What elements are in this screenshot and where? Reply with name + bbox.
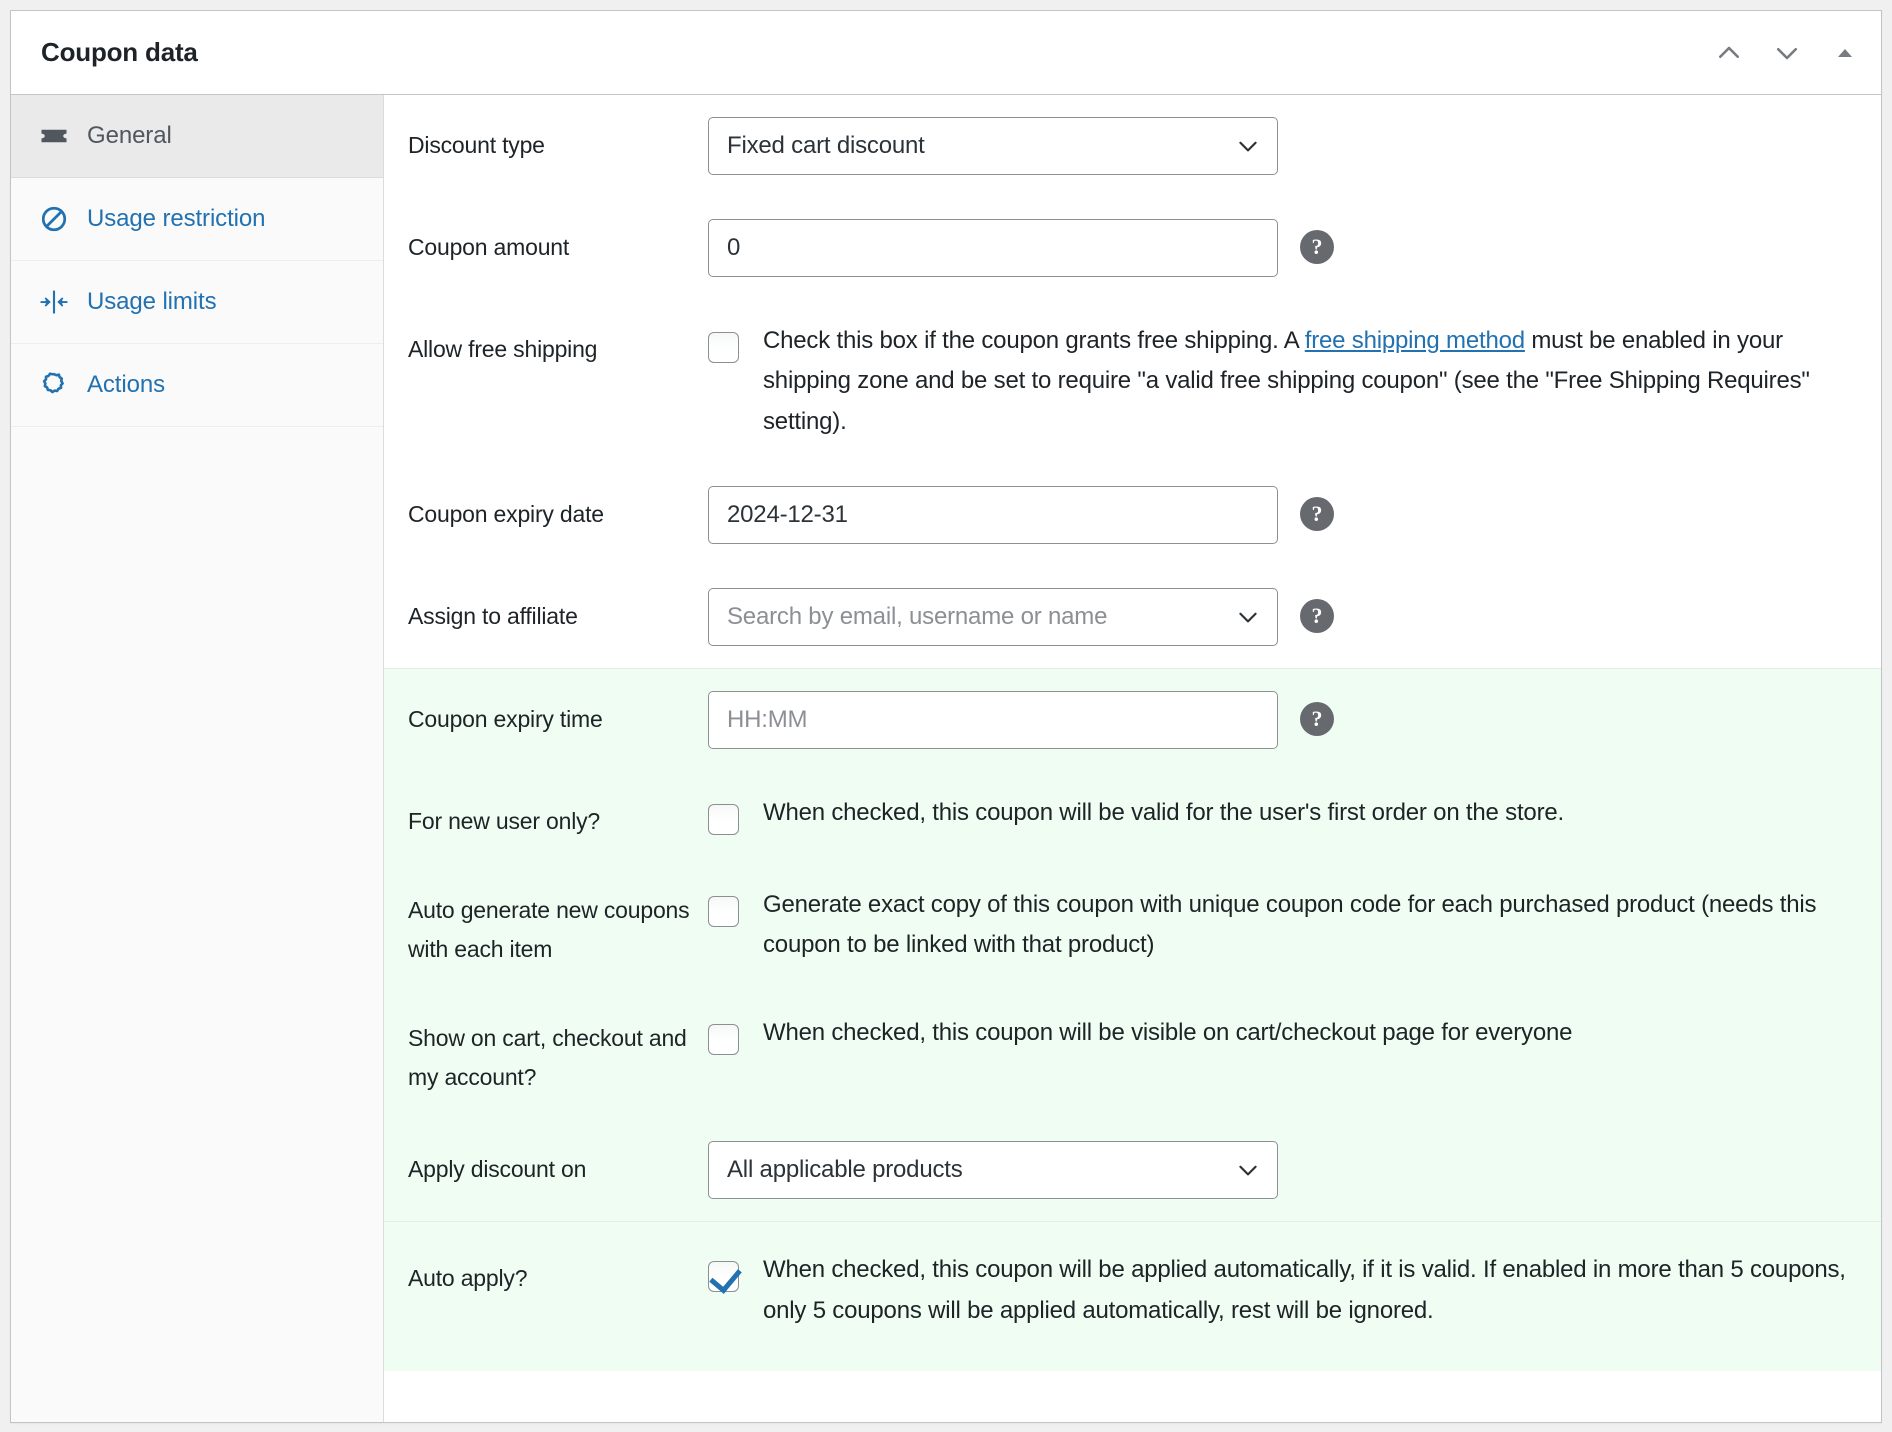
field-label: Coupon amount — [408, 234, 570, 260]
coupon-amount-input[interactable]: 0 — [708, 219, 1278, 277]
field-label: Coupon expiry time — [408, 705, 603, 732]
allow-free-shipping-checkbox[interactable] — [708, 332, 739, 363]
help-tip-icon[interactable]: ? — [1300, 496, 1334, 531]
field-assign-to-affiliate: Assign to affiliate Search by email, use… — [384, 566, 1881, 668]
field-label: Discount type — [408, 132, 545, 158]
help-tip-icon[interactable]: ? — [1300, 598, 1334, 633]
field-label: Coupon expiry date — [408, 500, 604, 527]
auto-generate-coupons-checkbox[interactable] — [708, 896, 739, 928]
apply-discount-on-select[interactable]: All applicable products — [708, 1141, 1278, 1200]
move-down-button[interactable] — [1761, 27, 1813, 79]
show-on-cart-checkbox[interactable] — [708, 1024, 739, 1056]
chevron-up-icon — [1714, 38, 1744, 68]
auto-generate-coupons-description: Generate exact copy of this coupon with … — [763, 891, 1817, 959]
field-for-new-user-only: For new user only? When checked, this co… — [384, 771, 1881, 863]
free-shipping-method-link[interactable]: free shipping method — [1305, 327, 1525, 354]
for-new-user-only-checkbox[interactable] — [708, 803, 739, 835]
field-coupon-expiry-time: Coupon expiry time HH:MM ? — [384, 669, 1881, 771]
premium-fields-panel: Coupon expiry time HH:MM ? For new user … — [384, 667, 1881, 1222]
coupon-expiry-time-input[interactable]: HH:MM — [708, 690, 1278, 749]
field-label: Allow free shipping — [408, 336, 598, 362]
tab-label: Usage limits — [87, 288, 217, 315]
field-allow-free-shipping: Allow free shipping Check this box if th… — [384, 299, 1881, 464]
tab-actions[interactable]: Actions — [11, 344, 383, 427]
field-label: Auto generate new coupons with each item — [408, 897, 690, 963]
field-auto-apply: Auto apply? When checked, this coupon wi… — [384, 1222, 1881, 1371]
field-label: Apply discount on — [408, 1156, 587, 1183]
tab-label: Actions — [87, 371, 166, 398]
help-tip-icon[interactable]: ? — [1300, 701, 1334, 736]
field-label: Auto apply? — [408, 1265, 528, 1292]
field-discount-type: Discount type Fixed cart discount — [384, 95, 1881, 197]
coupon-data-body: General Usage restriction Usage limits A… — [11, 95, 1881, 1422]
help-tip-icon[interactable]: ? — [1300, 230, 1334, 264]
tab-usage-limits[interactable]: Usage limits — [11, 261, 383, 344]
desc-text-before: Check this box if the coupon grants free… — [763, 327, 1305, 354]
coupon-expiry-date-input[interactable]: 2024-12-31 — [708, 485, 1278, 544]
coupon-data-tabs: General Usage restriction Usage limits A… — [11, 95, 384, 1422]
tab-usage-restriction[interactable]: Usage restriction — [11, 178, 383, 261]
assign-to-affiliate-select[interactable]: Search by email, username or name — [708, 587, 1278, 646]
tab-label: Usage restriction — [87, 205, 266, 232]
field-coupon-amount: Coupon amount 0 ? — [384, 197, 1881, 299]
field-auto-generate-coupons: Auto generate new coupons with each item… — [384, 863, 1881, 991]
field-label: Show on cart, checkout and my account? — [408, 1025, 687, 1091]
discount-type-select[interactable]: Fixed cart discount — [708, 117, 1278, 175]
field-apply-discount-on: Apply discount on All applicable product… — [384, 1119, 1881, 1221]
auto-apply-checkbox[interactable] — [708, 1261, 739, 1293]
field-coupon-expiry-date: Coupon expiry date 2024-12-31 ? — [384, 464, 1881, 566]
panel-header-actions — [1703, 27, 1871, 79]
show-on-cart-description: When checked, this coupon will be visibl… — [763, 1019, 1573, 1047]
move-up-button[interactable] — [1703, 27, 1755, 79]
gear-icon — [37, 368, 71, 402]
field-show-on-cart: Show on cart, checkout and my account? W… — [384, 991, 1881, 1119]
for-new-user-only-description: When checked, this coupon will be valid … — [763, 798, 1564, 826]
screen: Coupon data General Usage restriction Us… — [0, 0, 1892, 1432]
triangle-up-icon — [1833, 41, 1857, 65]
coupon-data-panels: Discount type Fixed cart discount Coupon… — [384, 95, 1881, 1422]
ticket-icon — [37, 119, 71, 153]
coupon-data-panel: Coupon data General Usage restriction Us… — [10, 10, 1882, 1423]
chevron-down-icon — [1772, 38, 1802, 68]
limits-icon — [37, 285, 71, 319]
page-title: Coupon data — [41, 37, 198, 67]
field-label: For new user only? — [408, 807, 600, 834]
toggle-panel-button[interactable] — [1819, 27, 1871, 79]
tab-label: General — [87, 122, 172, 149]
field-label: Assign to affiliate — [408, 602, 578, 629]
auto-apply-panel: Auto apply? When checked, this coupon wi… — [384, 1221, 1881, 1372]
tab-general[interactable]: General — [11, 95, 383, 178]
panel-header: Coupon data — [11, 11, 1881, 95]
auto-apply-description: When checked, this coupon will be applie… — [763, 1256, 1846, 1324]
allow-free-shipping-description: Check this box if the coupon grants free… — [763, 321, 1857, 442]
general-panel: Discount type Fixed cart discount Coupon… — [384, 95, 1881, 668]
block-icon — [37, 202, 71, 236]
